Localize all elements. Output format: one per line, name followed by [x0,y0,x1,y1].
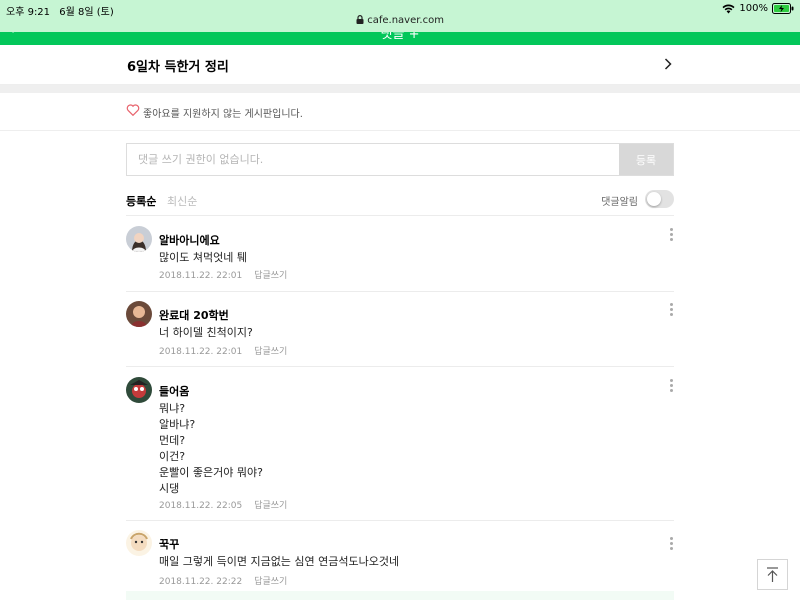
comment-form: 등록 [126,143,674,176]
comment-author[interactable]: 들어옴 [159,383,189,399]
comment-alarm-toggle[interactable] [645,190,674,208]
like-notice: 좋아요를 지원하지 않는 게시판입니다. [0,93,800,131]
battery-charging-icon [772,3,794,14]
comment-body: 많이도 쳐먹엇네 퉤 [159,250,247,266]
comment-item: 꾹꾸 매일 그렇게 득이면 지금없는 심연 연금석도나오것네 2018.11.2… [126,530,674,588]
comment-line: 뭐냐? [159,402,186,415]
cafe-header-bar: ← 댓글 + [0,32,800,45]
battery-percent: 100% [739,3,768,14]
comment-author[interactable]: 알바아니에요 [159,232,220,248]
comment-body: 매일 그렇게 득이면 지금없는 심연 연금석도나오것네 [159,554,399,570]
more-options-icon[interactable] [668,537,674,551]
comment-alarm-label: 댓글알림 [601,197,638,208]
comment-item: 알바아니에요 많이도 쳐먹엇네 퉤 2018.11.22. 22:01 답글쓰기 [126,226,674,286]
avatar[interactable] [126,530,152,556]
toggle-knob [647,192,661,206]
avatar[interactable] [126,226,152,252]
more-options-icon[interactable] [668,303,674,317]
chevron-right-icon [664,58,672,70]
next-comment-preview [126,591,674,600]
divider [126,215,674,216]
heart-outline-icon [126,104,140,117]
comment-line: 너 하이델 친척이지? [159,326,253,339]
like-notice-text: 좋아요를 지원하지 않는 게시판입니다. [143,109,303,120]
divider [126,520,674,521]
comment-author[interactable]: 완료대 20학번 [159,307,229,323]
address-bar-url[interactable]: cafe.naver.com [367,15,444,26]
board-link-row[interactable]: 6일차 득한거 정리 [0,45,800,85]
section-separator [0,85,800,93]
board-title: 6일차 득한거 정리 [127,60,229,75]
comment-line: 알바냐? [159,418,196,431]
avatar[interactable] [126,301,152,327]
reply-link[interactable]: 답글쓰기 [254,347,287,357]
comment-meta: 2018.11.22. 22:22 답글쓰기 [159,574,287,587]
comment-date: 2018.11.22. 22:01 [159,347,243,357]
comment-line: 많이도 쳐먹엇네 퉤 [159,251,247,264]
comment-date: 2018.11.22. 22:22 [159,577,243,587]
comment-item: 들어옴 뭐냐? 알바냐? 먼데? 이건? 운빨이 좋은거야 뭐야? 시댕 201… [126,377,674,515]
comment-meta: 2018.11.22. 22:05 답글쓰기 [159,498,287,511]
comment-item: 완료대 20학번 너 하이델 친척이지? 2018.11.22. 22:01 답글… [126,301,674,361]
comment-body: 뭐냐? 알바냐? 먼데? 이건? 운빨이 좋은거야 뭐야? 시댕 [159,401,263,497]
status-bar: 오후 9:21 6월 8일 (토) 100% cafe.naver.com [0,0,800,32]
reply-link[interactable]: 답글쓰기 [254,501,287,511]
comment-input[interactable] [127,144,619,175]
comment-line: 먼데? [159,434,186,447]
more-options-icon[interactable] [668,228,674,242]
submit-comment-button[interactable]: 등록 [619,144,673,175]
reply-link[interactable]: 답글쓰기 [254,577,287,587]
more-options-icon[interactable] [668,379,674,393]
sort-latest-tab[interactable]: 최신순 [167,193,197,209]
divider [126,291,674,292]
comment-date: 2018.11.22. 22:05 [159,501,243,511]
comment-line: 시댕 [159,482,180,495]
comment-date: 2018.11.22. 22:01 [159,271,243,281]
scroll-to-top-button[interactable] [757,559,788,590]
arrow-up-to-top-icon [767,567,778,582]
comment-author[interactable]: 꾹꾸 [159,536,179,552]
comment-line: 이건? [159,450,186,463]
comment-meta: 2018.11.22. 22:01 답글쓰기 [159,268,287,281]
divider [126,366,674,367]
comment-line: 매일 그렇게 득이면 지금없는 심연 연금석도나오것네 [159,555,400,568]
lock-icon [356,15,364,24]
wifi-icon [722,4,735,13]
comment-meta: 2018.11.22. 22:01 답글쓰기 [159,344,287,357]
comment-body: 너 하이델 친척이지? [159,325,253,341]
comment-line: 운빨이 좋은거야 뭐야? [159,466,263,479]
reply-link[interactable]: 답글쓰기 [254,271,287,281]
sort-registered-tab[interactable]: 등록순 [126,193,156,209]
avatar[interactable] [126,377,152,403]
comment-sort-bar: 등록순 최신순 댓글알림 [126,188,674,214]
header-title: 댓글 + [380,32,420,42]
